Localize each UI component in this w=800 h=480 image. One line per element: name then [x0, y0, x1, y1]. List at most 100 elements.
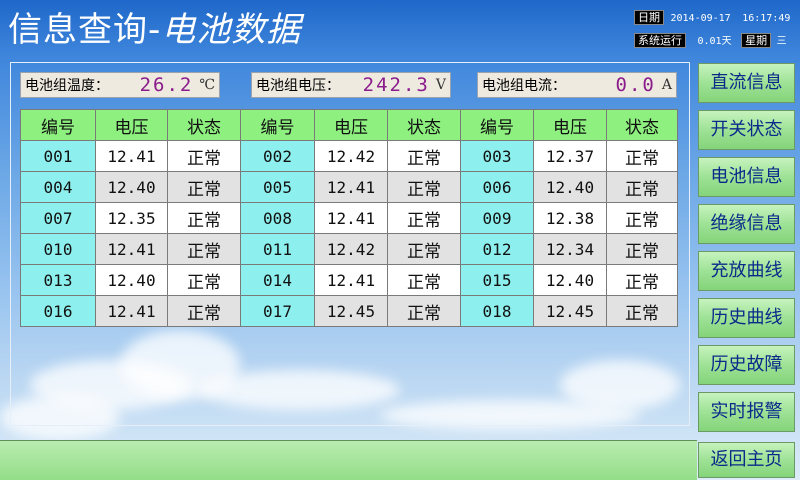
battery-voltage-cell: 12.34: [533, 233, 607, 265]
battery-id-cell: 013: [20, 264, 96, 296]
switch-status-button[interactable]: 开关状态: [698, 110, 795, 150]
page-title-sub: 电池数据: [161, 10, 302, 50]
battery-voltage-cell: 12.40: [533, 264, 607, 296]
battery-status-cell: 正常: [167, 140, 241, 172]
column-header-id: 编号: [460, 109, 534, 141]
runtime-label: 系统运行: [634, 33, 686, 48]
temperature-value: 26.2: [139, 74, 194, 96]
battery-voltage-cell: 12.42: [314, 140, 388, 172]
column-header-status: 状态: [606, 109, 678, 141]
table-row: 016 12.41 正常 017 12.45 正常 018 12.45 正常: [20, 295, 678, 327]
battery-status-cell: 正常: [167, 264, 241, 296]
temperature-readout: 电池组温度： 26.2 ℃: [20, 72, 220, 98]
battery-status-cell: 正常: [606, 171, 678, 203]
page-title-main: 信息查询-: [8, 10, 162, 50]
battery-status-cell: 正常: [606, 264, 678, 296]
battery-status-cell: 正常: [387, 140, 461, 172]
battery-id-cell: 007: [20, 202, 96, 234]
battery-id-cell: 006: [460, 171, 534, 203]
battery-table: 编号 电压 状态 编号 电压 状态 编号 电压 状态 001 12.41 正常 002…: [20, 109, 678, 327]
battery-status-cell: 正常: [387, 264, 461, 296]
column-header-voltage: 电压: [533, 109, 607, 141]
battery-voltage-cell: 12.45: [533, 295, 607, 327]
battery-voltage-cell: 12.41: [314, 202, 388, 234]
table-header-row: 编号 电压 状态 编号 电压 状态 编号 电压 状态: [20, 109, 678, 141]
battery-id-cell: 014: [240, 264, 315, 296]
page-title: 信息查询-电池数据: [8, 6, 301, 54]
dc-info-button[interactable]: 直流信息: [698, 63, 795, 103]
column-header-id: 编号: [20, 109, 96, 141]
battery-voltage-cell: 12.35: [95, 202, 168, 234]
current-value: 0.0: [615, 74, 656, 96]
battery-id-cell: 011: [240, 233, 315, 265]
battery-id-cell: 009: [460, 202, 534, 234]
temperature-label: 电池组温度：: [25, 78, 109, 94]
battery-info-button[interactable]: 电池信息: [698, 157, 795, 197]
voltage-value: 242.3: [362, 74, 430, 96]
realtime-alarm-button[interactable]: 实时报警: [698, 392, 795, 432]
battery-id-cell: 001: [20, 140, 96, 172]
battery-id-cell: 003: [460, 140, 534, 172]
insulation-info-button[interactable]: 绝缘信息: [698, 204, 795, 244]
battery-status-cell: 正常: [387, 295, 461, 327]
time-value: 16:17:49: [742, 13, 791, 24]
history-curve-button[interactable]: 历史曲线: [698, 298, 795, 338]
current-unit: A: [661, 77, 672, 93]
battery-voltage-cell: 12.38: [533, 202, 607, 234]
battery-status-cell: 正常: [387, 202, 461, 234]
battery-status-cell: 正常: [167, 295, 241, 327]
temperature-unit: ℃: [199, 77, 215, 93]
battery-id-cell: 008: [240, 202, 315, 234]
table-row: 001 12.41 正常 002 12.42 正常 003 12.37 正常: [20, 140, 678, 172]
date-label: 日期: [634, 10, 664, 25]
weekday-value: 三: [776, 36, 787, 47]
column-header-status: 状态: [387, 109, 461, 141]
battery-voltage-cell: 12.45: [314, 295, 388, 327]
battery-voltage-cell: 12.40: [95, 171, 168, 203]
battery-status-cell: 正常: [606, 233, 678, 265]
battery-voltage-cell: 12.41: [95, 233, 168, 265]
table-row: 004 12.40 正常 005 12.41 正常 006 12.40 正常: [20, 171, 678, 203]
battery-status-cell: 正常: [167, 202, 241, 234]
table-row: 007 12.35 正常 008 12.41 正常 009 12.38 正常: [20, 202, 678, 234]
table-row: 010 12.41 正常 011 12.42 正常 012 12.34 正常: [20, 233, 678, 265]
battery-id-cell: 005: [240, 171, 315, 203]
column-header-status: 状态: [167, 109, 241, 141]
battery-status-cell: 正常: [606, 295, 678, 327]
battery-status-cell: 正常: [606, 202, 678, 234]
current-readout: 电池组电流： 0.0 A: [477, 72, 677, 98]
battery-voltage-cell: 12.37: [533, 140, 607, 172]
battery-voltage-cell: 12.41: [314, 264, 388, 296]
battery-voltage-cell: 12.41: [95, 140, 168, 172]
battery-id-cell: 016: [20, 295, 96, 327]
battery-voltage-cell: 12.42: [314, 233, 388, 265]
history-fault-button[interactable]: 历史故障: [698, 345, 795, 385]
date-value: 2014-09-17: [670, 13, 731, 24]
battery-id-cell: 010: [20, 233, 96, 265]
current-label: 电池组电流：: [482, 78, 566, 94]
voltage-readout: 电池组电压： 242.3 V: [251, 72, 451, 98]
voltage-unit: V: [435, 77, 446, 93]
voltage-label: 电池组电压：: [256, 78, 340, 94]
battery-id-cell: 015: [460, 264, 534, 296]
return-home-button[interactable]: 返回主页: [698, 442, 795, 478]
charge-discharge-curve-button[interactable]: 充放曲线: [698, 251, 795, 291]
table-row: 013 12.40 正常 014 12.41 正常 015 12.40 正常: [20, 264, 678, 296]
runtime-display: 系统运行 0.01天 星期 三: [634, 33, 787, 49]
battery-status-cell: 正常: [167, 171, 241, 203]
battery-status-cell: 正常: [387, 171, 461, 203]
battery-voltage-cell: 12.41: [314, 171, 388, 203]
column-header-voltage: 电压: [95, 109, 168, 141]
column-header-voltage: 电压: [314, 109, 388, 141]
battery-status-cell: 正常: [606, 140, 678, 172]
battery-id-cell: 004: [20, 171, 96, 203]
battery-id-cell: 017: [240, 295, 315, 327]
battery-id-cell: 012: [460, 233, 534, 265]
column-header-id: 编号: [240, 109, 315, 141]
bottom-bar: [0, 440, 697, 480]
date-display: 日期 2014-09-17 16:17:49: [634, 10, 790, 26]
battery-id-cell: 002: [240, 140, 315, 172]
runtime-value: 0.01天: [697, 36, 732, 47]
battery-voltage-cell: 12.40: [95, 264, 168, 296]
battery-status-cell: 正常: [167, 233, 241, 265]
